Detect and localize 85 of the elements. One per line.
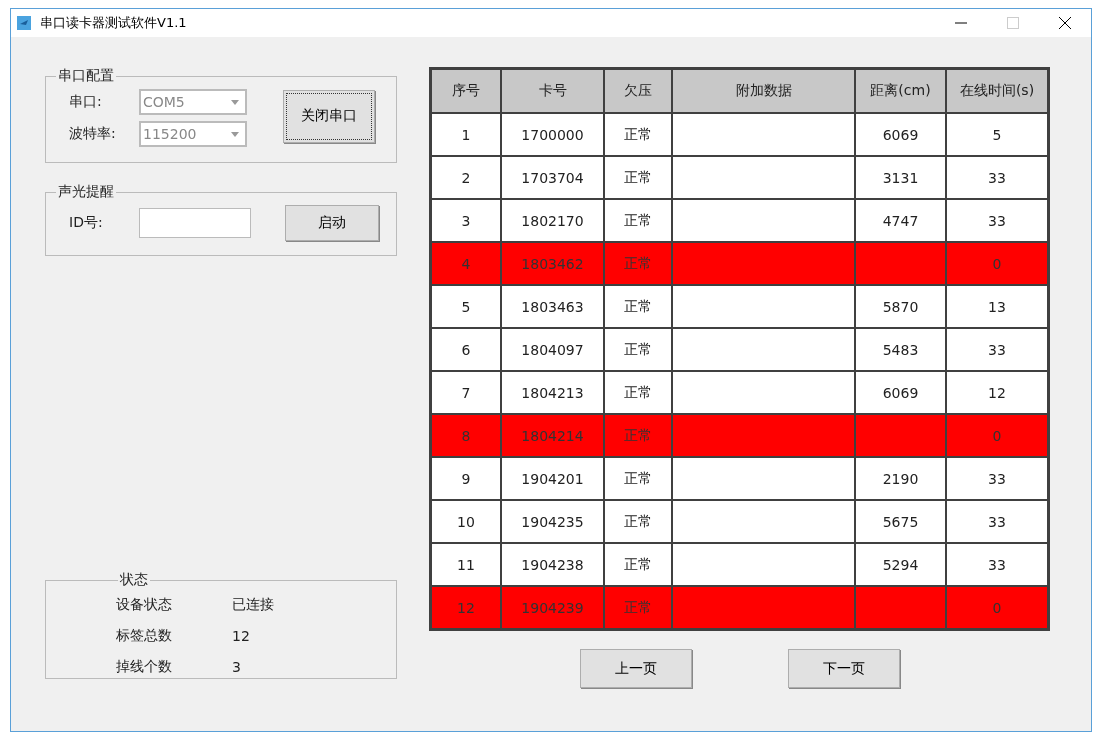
table-cell: 正常 [624, 512, 652, 529]
table-cell: 0 [992, 599, 1002, 616]
table-cell: 正常 [624, 383, 652, 400]
caret-icon [231, 131, 239, 137]
id-input-field[interactable] [139, 208, 251, 238]
table-cell: 1 [461, 126, 471, 143]
app-icon [17, 16, 31, 30]
table-cell: 11 [457, 556, 475, 573]
table-cell: 7 [461, 384, 471, 401]
status-value: 3 [232, 658, 241, 675]
table-cell: 正常 [624, 297, 652, 314]
table-cell: 正常 [624, 125, 652, 142]
table-cell: 33 [988, 341, 1006, 358]
table-cell: 33 [988, 212, 1006, 229]
table-cell: 正常 [624, 254, 652, 271]
table-cell: 正常 [624, 469, 652, 486]
table-cell: 33 [988, 556, 1006, 573]
table-cell: 8 [461, 427, 471, 444]
table-cell: 正常 [624, 555, 652, 572]
table-cell: 1804097 [521, 341, 584, 358]
table-cell: 12 [988, 384, 1006, 401]
table-cell: 1802170 [521, 212, 584, 229]
table-cell: 0 [992, 255, 1002, 272]
table-cell: 4747 [882, 212, 919, 229]
field-label: ID号: [69, 214, 104, 232]
table-cell: 1803463 [521, 298, 584, 315]
field-label: 波特率: [69, 125, 117, 143]
table-cell: 正常 [624, 168, 652, 185]
table-cell: 1804214 [521, 427, 584, 444]
table-cell: 1700000 [521, 126, 584, 143]
status-label: 设备状态 [116, 595, 173, 614]
table-cell: 33 [988, 470, 1006, 487]
table-cell: 5870 [882, 298, 919, 315]
close-icon[interactable] [1059, 17, 1071, 29]
caret-icon [231, 99, 239, 105]
column-header: 序号 [430, 68, 501, 113]
page-button[interactable]: 下一页 [787, 649, 900, 688]
status-label: 标签总数 [116, 626, 173, 645]
column-header: 欠压 [604, 68, 672, 113]
table-cell: 正常 [624, 340, 652, 357]
table-cell: 5 [461, 298, 471, 315]
table-cell: 正常 [624, 598, 652, 615]
table-cell: 正常 [624, 211, 652, 228]
group-title: 串口配置 [57, 67, 115, 85]
table-cell: 4 [461, 255, 471, 272]
table-cell: 5483 [882, 341, 919, 358]
table-cell: 1703704 [521, 169, 584, 186]
close-port-button[interactable]: 关闭串口 [283, 89, 375, 143]
status-value: 12 [232, 627, 250, 644]
table-cell: 1904239 [521, 599, 584, 616]
column-header: 距离(cm) [855, 68, 946, 113]
start-button[interactable]: 启动 [285, 205, 379, 241]
table-cell: 33 [988, 513, 1006, 530]
table-cell: 3131 [882, 169, 919, 186]
table-cell: 正常 [624, 426, 652, 443]
status-label: 掉线个数 [116, 657, 173, 676]
table-cell: 12 [457, 599, 475, 616]
table-cell: 10 [457, 513, 475, 530]
table-cell: 5675 [882, 513, 919, 530]
table-cell: 6069 [882, 126, 919, 143]
table-cell: 6 [461, 341, 471, 358]
column-header: 附加数据 [672, 68, 855, 113]
page-button[interactable]: 上一页 [579, 649, 692, 688]
status-value: 已连接 [232, 595, 274, 614]
table-cell: 5294 [882, 556, 919, 573]
table-cell: 1904235 [521, 513, 584, 530]
table-cell: 6069 [882, 384, 919, 401]
window-title: 串口读卡器测试软件V1.1 [40, 14, 187, 32]
table-cell: 13 [988, 298, 1006, 315]
group-title: 声光提醒 [57, 183, 115, 201]
table-cell: 0 [992, 427, 1002, 444]
group-title: 状态 [119, 571, 149, 589]
table-cell: 33 [988, 169, 1006, 186]
field-label: 串口: [69, 93, 103, 111]
table-cell: 1804213 [521, 384, 584, 401]
table-cell: 5 [992, 126, 1002, 143]
table-cell: 1904201 [521, 470, 584, 487]
table-cell: 2190 [882, 470, 919, 487]
column-header: 卡号 [501, 68, 604, 113]
table-cell: 9 [461, 470, 471, 487]
table-cell: 1904238 [521, 556, 584, 573]
table-cell: 2 [461, 169, 471, 186]
column-header: 在线时间(s) [946, 68, 1049, 113]
table-cell: 1803462 [521, 255, 584, 272]
table-cell: 3 [461, 212, 471, 229]
